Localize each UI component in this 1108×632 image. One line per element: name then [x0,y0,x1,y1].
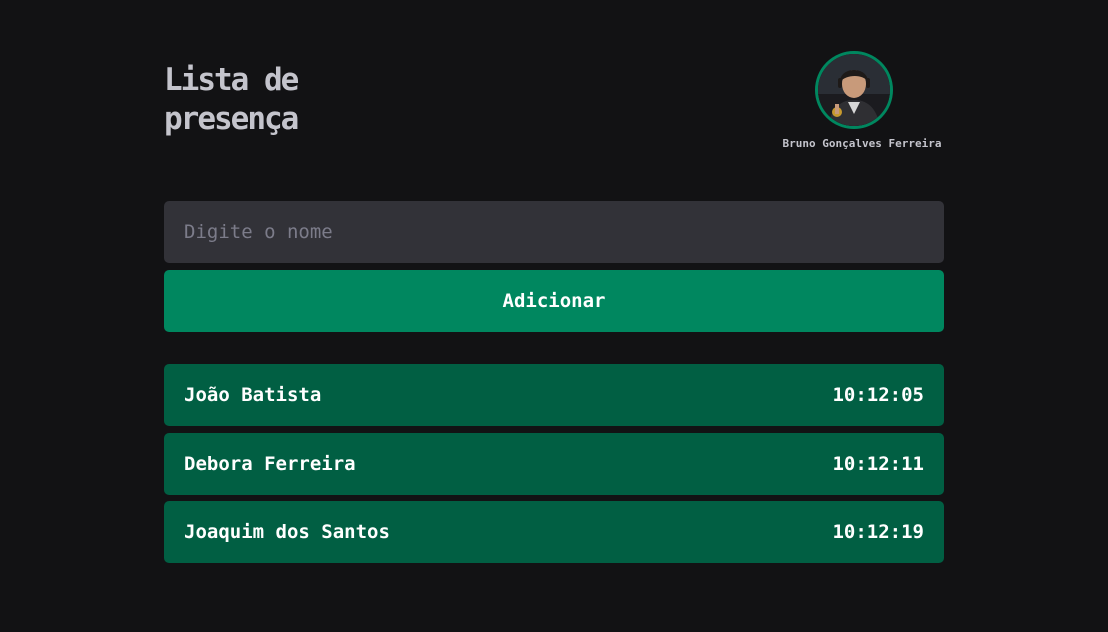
name-input[interactable] [164,201,944,263]
page-title: Lista de presença [164,62,299,137]
main-container: Lista de presença Bruno Gonçalves Ferrei… [164,0,944,563]
avatar-illustration [818,54,890,126]
list-item: Joaquim dos Santos 10:12:19 [164,501,944,563]
user-name: Bruno Gonçalves Ferreira [782,137,942,150]
attendance-list: João Batista 10:12:05 Debora Ferreira 10… [164,364,944,570]
user-profile: Bruno Gonçalves Ferreira [764,51,944,150]
student-time: 10:12:19 [832,521,924,543]
add-button[interactable]: Adicionar [164,270,944,332]
list-item: João Batista 10:12:05 [164,364,944,426]
list-item: Debora Ferreira 10:12:11 [164,432,944,495]
student-name: João Batista [184,384,322,406]
student-time: 10:12:05 [832,384,924,406]
student-name: Joaquim dos Santos [184,521,390,543]
user-avatar-photo[interactable] [815,51,893,129]
student-time: 10:12:11 [832,452,924,475]
page-header: Lista de presença Bruno Gonçalves Ferrei… [164,0,944,200]
student-name: Debora Ferreira [184,452,356,475]
